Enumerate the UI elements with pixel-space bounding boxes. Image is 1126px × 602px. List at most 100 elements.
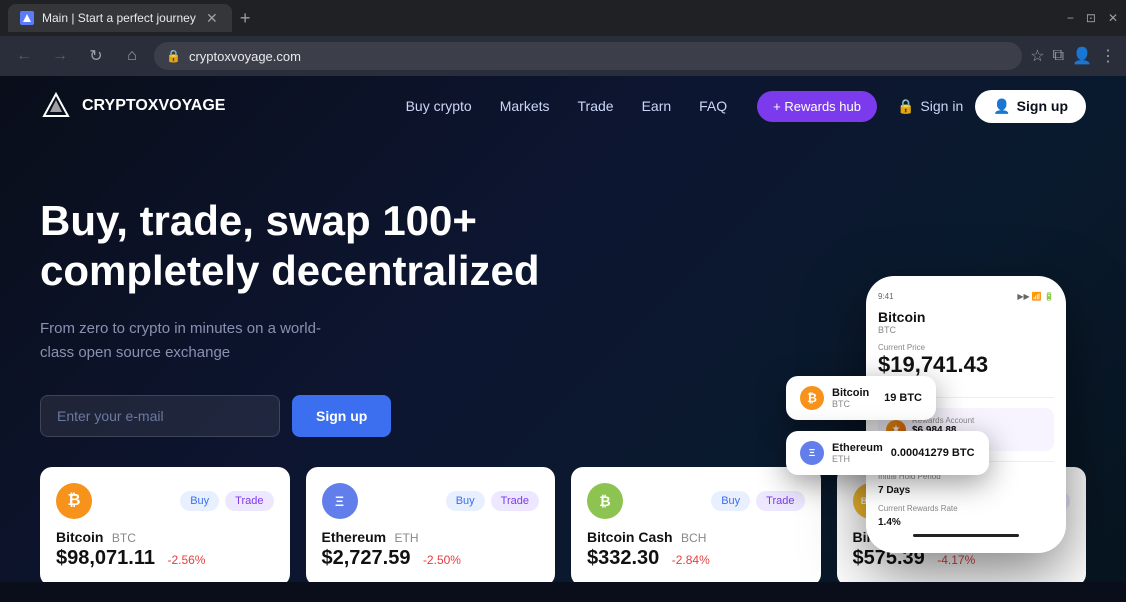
float-btc-icon: ₿	[800, 386, 824, 410]
float-btc-info: Bitcoin BTC	[832, 387, 869, 409]
float-card-eth: Ξ Ethereum ETH 0.00041279 BTC	[786, 431, 989, 475]
rewards-hub-button[interactable]: + Rewards hub	[757, 91, 877, 122]
bch-change: -2.84%	[672, 553, 710, 567]
btc-buy-button[interactable]: Buy	[180, 491, 219, 511]
menu-button[interactable]: ⋮	[1100, 46, 1116, 66]
btc-trade-button[interactable]: Trade	[225, 491, 273, 511]
close-button[interactable]: ✕	[1108, 11, 1118, 25]
site-content: CRYPTOXVOYAGE Buy crypto Markets Trade E…	[0, 76, 1126, 582]
profile-button[interactable]: 👤	[1072, 46, 1092, 66]
nav-buy-crypto[interactable]: Buy crypto	[406, 98, 472, 114]
bch-ticker: BCH	[681, 531, 706, 545]
logo-icon	[40, 90, 72, 122]
bch-trade-button[interactable]: Trade	[756, 491, 804, 511]
bch-buy-button[interactable]: Buy	[711, 491, 750, 511]
float-eth-icon: Ξ	[800, 441, 824, 465]
phone-rewards-rate-label: Current Rewards Rate	[878, 504, 1054, 513]
bookmark-button[interactable]: ☆	[1030, 46, 1044, 66]
nav-links: Buy crypto Markets Trade Earn FAQ	[406, 98, 728, 114]
eth-action-btns: Buy Trade	[446, 491, 539, 511]
phone-price-label: Current Price	[878, 343, 1054, 352]
nav-faq[interactable]: FAQ	[699, 98, 727, 114]
float-eth-value: 0.00041279 BTC	[891, 447, 975, 459]
browser-tabs: Main | Start a perfect journey ✕ +	[8, 0, 1061, 36]
email-input[interactable]	[40, 395, 280, 437]
bch-action-btns: Buy Trade	[711, 491, 804, 511]
btc-action-btns: Buy Trade	[180, 491, 273, 511]
window-controls: − ⊡ ✕	[1067, 11, 1118, 25]
signin-label: Sign in	[920, 98, 963, 114]
back-button[interactable]: ←	[10, 42, 38, 70]
eth-change: -2.50%	[423, 553, 461, 567]
tab-close-icon[interactable]: ✕	[204, 10, 220, 26]
active-tab[interactable]: Main | Start a perfect journey ✕	[8, 4, 232, 32]
logo-text: CRYPTOXVOYAGE	[82, 97, 225, 115]
hero-section: Buy, trade, swap 100+ completely decentr…	[0, 136, 1126, 457]
nav-markets[interactable]: Markets	[500, 98, 550, 114]
tab-favicon	[20, 11, 34, 25]
eth-coin-icon: Ξ	[322, 483, 358, 519]
signin-icon: 🔒	[897, 98, 914, 115]
hero-text-block: Buy, trade, swap 100+ completely decentr…	[40, 176, 540, 437]
crypto-card-bitcoin: ₿ Buy Trade Bitcoin BTC $98,071.11 -2.56…	[40, 467, 290, 582]
float-eth-ticker: ETH	[832, 454, 883, 464]
btc-ticker: BTC	[112, 531, 136, 545]
btc-coin-icon: ₿	[56, 483, 92, 519]
bch-name: Bitcoin Cash	[587, 529, 673, 545]
hero-title: Buy, trade, swap 100+ completely decentr…	[40, 196, 540, 297]
url-text: cryptoxvoyage.com	[189, 49, 1010, 64]
bnb-change: -4.17%	[937, 553, 975, 567]
hero-form: Sign up	[40, 395, 540, 437]
nav-bar: ← → ↻ ⌂ 🔒 cryptoxvoyage.com ☆ ⧉ 👤 ⋮	[0, 36, 1126, 76]
float-eth-info: Ethereum ETH	[832, 442, 883, 464]
eth-name: Ethereum	[322, 529, 387, 545]
new-tab-button[interactable]: +	[232, 4, 259, 33]
site-header: CRYPTOXVOYAGE Buy crypto Markets Trade E…	[0, 76, 1126, 136]
nav-earn[interactable]: Earn	[642, 98, 672, 114]
phone-hold-period: 7 Days	[878, 485, 1054, 496]
crypto-card-ethereum: Ξ Buy Trade Ethereum ETH $2,727.59 -2.50…	[306, 467, 556, 582]
btc-change: -2.56%	[167, 553, 205, 567]
home-button[interactable]: ⌂	[118, 42, 146, 70]
phone-coin-sub: BTC	[878, 325, 1054, 335]
phone-rewards-rate: 1.4%	[878, 517, 1054, 528]
phone-mockup-wrapper: ₿ Bitcoin BTC 19 BTC Ξ Ethereum ETH 0.00…	[866, 276, 1066, 553]
float-btc-value: 19 BTC	[884, 392, 922, 404]
btc-price: $98,071.11	[56, 547, 155, 569]
float-btc-name: Bitcoin	[832, 387, 869, 399]
address-bar[interactable]: 🔒 cryptoxvoyage.com	[154, 42, 1022, 70]
extensions-button[interactable]: ⧉	[1053, 47, 1064, 65]
signup-button[interactable]: 👤 Sign up	[975, 90, 1086, 123]
restore-button[interactable]: ⊡	[1086, 11, 1096, 25]
bch-coin-icon: ₿	[587, 483, 623, 519]
phone-coin-title: Bitcoin	[878, 309, 1054, 325]
tab-title: Main | Start a perfect journey	[42, 11, 196, 25]
auth-buttons: 🔒 Sign in 👤 Sign up	[897, 90, 1086, 123]
btc-name: Bitcoin	[56, 529, 103, 545]
forward-button[interactable]: →	[46, 42, 74, 70]
hero-signup-button[interactable]: Sign up	[292, 395, 391, 437]
hero-subtitle: From zero to crypto in minutes on a worl…	[40, 317, 340, 365]
float-btc-ticker: BTC	[832, 399, 869, 409]
browser-chrome: Main | Start a perfect journey ✕ + − ⊡ ✕	[0, 0, 1126, 36]
nav-trade[interactable]: Trade	[578, 98, 614, 114]
float-eth-name: Ethereum	[832, 442, 883, 454]
phone-status-bar: 9:41 ▶▶ 📶 🔋	[878, 292, 1054, 301]
phone-price: $19,741.43	[878, 352, 1054, 378]
bch-price: $332.30	[587, 547, 659, 569]
phone-home-indicator	[913, 534, 1019, 537]
lock-icon: 🔒	[166, 49, 181, 63]
signup-person-icon: 👤	[993, 98, 1010, 115]
signup-label: Sign up	[1017, 98, 1068, 114]
eth-trade-button[interactable]: Trade	[491, 491, 539, 511]
eth-price: $2,727.59	[322, 547, 411, 569]
minimize-button[interactable]: −	[1067, 11, 1074, 25]
logo[interactable]: CRYPTOXVOYAGE	[40, 90, 225, 122]
float-card-btc: ₿ Bitcoin BTC 19 BTC	[786, 376, 936, 420]
nav-right-controls: ☆ ⧉ 👤 ⋮	[1030, 46, 1116, 66]
eth-ticker: ETH	[395, 531, 419, 545]
crypto-card-bitcoin-cash: ₿ Buy Trade Bitcoin Cash BCH $332.30 -2.…	[571, 467, 821, 582]
signin-button[interactable]: 🔒 Sign in	[897, 98, 963, 115]
reload-button[interactable]: ↻	[82, 42, 110, 70]
eth-buy-button[interactable]: Buy	[446, 491, 485, 511]
